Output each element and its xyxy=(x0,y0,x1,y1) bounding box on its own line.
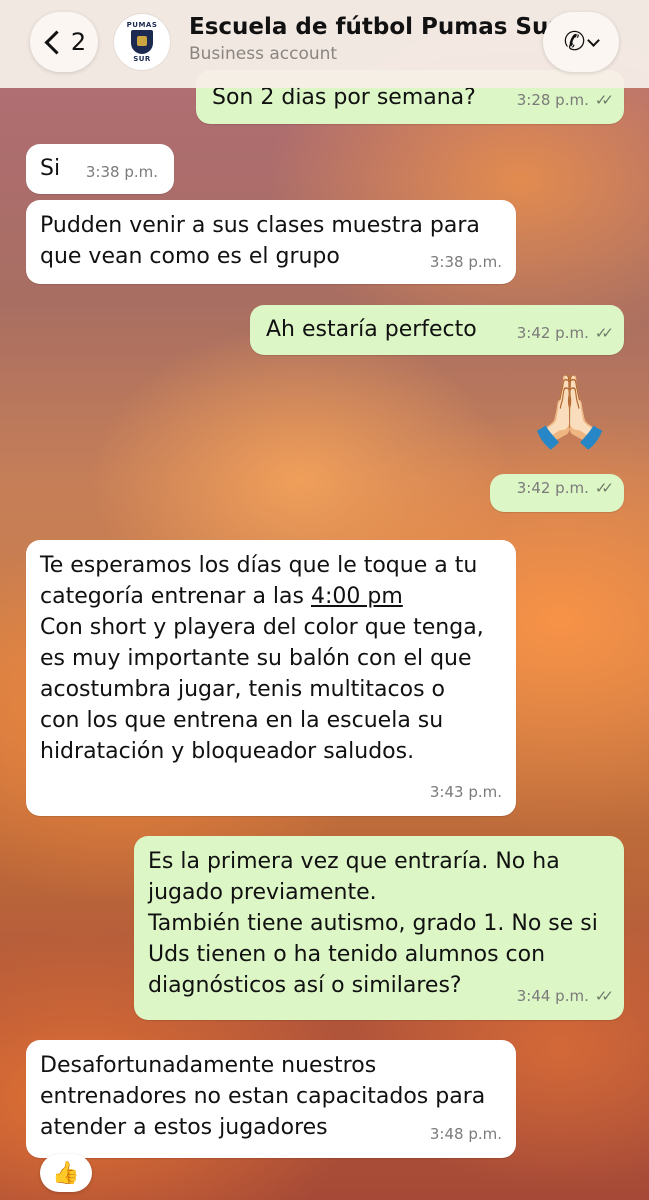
read-receipt-icon: ✓✓ xyxy=(594,324,614,342)
message-time: 3:48 p.m. xyxy=(429,1125,502,1143)
time-link[interactable]: 4:00 pm xyxy=(311,584,403,609)
phone-icon: ✆ xyxy=(563,27,586,57)
message-meta: 3:42 p.m. ✓✓ xyxy=(516,318,614,349)
shield-logo-icon xyxy=(131,30,153,54)
avatar-logo-text-top: PUMAS xyxy=(126,21,158,29)
message-bubble-outgoing[interactable]: Es la primera vez que entraría. No ha ju… xyxy=(134,836,624,1020)
contact-name[interactable]: Escuela de fútbol Pumas Sur xyxy=(189,14,560,40)
message-bubble-outgoing[interactable]: 3:42 p.m. ✓✓ xyxy=(490,474,624,512)
message-meta: 3:48 p.m. xyxy=(430,1119,502,1150)
call-button[interactable]: ✆ xyxy=(543,12,619,72)
message-bubble-incoming[interactable]: Pudden venir a sus clases muestra para q… xyxy=(26,200,516,284)
praying-hands-emoji[interactable]: 🙏🏻 xyxy=(526,376,613,446)
message-text: Es la primera vez que entraría. No ha ju… xyxy=(148,849,598,998)
message-time: 3:38 p.m. xyxy=(85,163,158,181)
chevron-down-icon xyxy=(587,33,601,47)
message-text: Te esperamos los días que le toque a tu … xyxy=(40,550,516,767)
message-meta: 3:38 p.m. xyxy=(430,247,502,278)
chat-header: 2 PUMAS SUR Escuela de fútbol Pumas Sur … xyxy=(0,0,649,88)
message-meta: 3:38 p.m. xyxy=(86,157,158,188)
avatar[interactable]: PUMAS SUR xyxy=(114,14,170,70)
message-text-part: Con short y playera del color que tenga,… xyxy=(40,615,484,764)
message-time: 3:38 p.m. xyxy=(429,253,502,271)
unread-count: 2 xyxy=(70,28,87,56)
message-bubble-outgoing[interactable]: Ah estaría perfecto 3:42 p.m. ✓✓ xyxy=(250,305,624,355)
message-time: 3:43 p.m. xyxy=(429,783,502,801)
message-time: 3:44 p.m. xyxy=(516,987,589,1005)
read-receipt-icon: ✓✓ xyxy=(594,479,614,497)
message-bubble-incoming[interactable]: Desafortunadamente nuestros entrenadores… xyxy=(26,1040,516,1158)
message-meta: 3:28 p.m. ✓✓ xyxy=(516,85,614,116)
message-meta: 3:44 p.m. ✓✓ xyxy=(516,981,614,1012)
contact-subtitle: Business account xyxy=(189,44,338,64)
thumbs-up-reaction[interactable]: 👍 xyxy=(40,1154,92,1192)
message-time: 3:42 p.m. xyxy=(516,479,589,497)
avatar-logo-text-bottom: SUR xyxy=(133,55,151,63)
read-receipt-icon: ✓✓ xyxy=(594,987,614,1005)
message-meta: 3:42 p.m. ✓✓ xyxy=(516,473,614,504)
message-text-part: Te esperamos los días que le toque a tu … xyxy=(40,553,478,609)
message-time: 3:42 p.m. xyxy=(516,324,589,342)
chevron-left-icon xyxy=(44,29,69,55)
message-meta: 3:43 p.m. xyxy=(430,777,502,808)
message-bubble-incoming[interactable]: Te esperamos los días que le toque a tu … xyxy=(26,540,516,816)
read-receipt-icon: ✓✓ xyxy=(594,91,614,109)
back-button[interactable]: 2 xyxy=(30,12,98,72)
message-bubble-incoming[interactable]: Si 3:38 p.m. xyxy=(26,144,174,194)
message-time: 3:28 p.m. xyxy=(516,91,589,109)
